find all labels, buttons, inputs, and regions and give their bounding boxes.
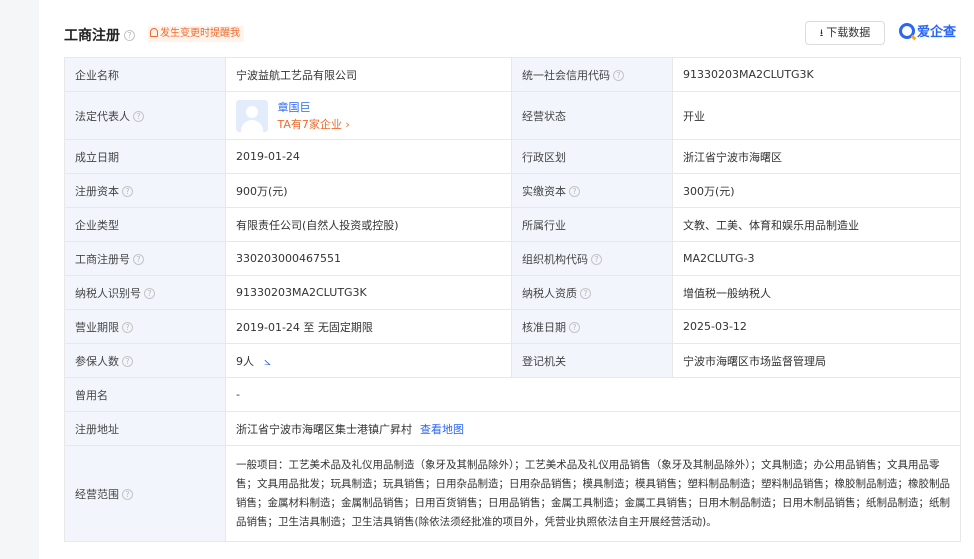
org-code-value: MA2CLUTG-3 [672, 241, 961, 276]
table-row: 企业类型 有限责任公司(自然人投资或控股) 所属行业 文教、工美、体育和娱乐用品… [64, 207, 961, 242]
table-row: 注册地址 浙江省宁波市海曙区集士港镇广昇村 查看地图 [64, 411, 961, 446]
chevron-right-icon: › [345, 117, 350, 131]
approval-date-value: 2025-03-12 [672, 309, 961, 344]
district-label: 行政区划 [511, 139, 673, 174]
founded-value: 2019-01-24 [225, 139, 512, 174]
table-row: 营业期限? 2019-01-24 至 无固定期限 核准日期? 2025-03-1… [64, 309, 961, 344]
table-row: 纳税人识别号? 91330203MA2CLUTG3K 纳税人资质? 增值税一般纳… [64, 275, 961, 310]
insured-label: 参保人数? [64, 343, 226, 378]
taxpayer-id-value: 91330203MA2CLUTG3K [225, 275, 512, 310]
table-row: 注册资本? 900万(元) 实缴资本? 300万(元) [64, 173, 961, 208]
help-icon[interactable]: ? [133, 111, 144, 122]
legal-rep-name-link[interactable]: 章国巨 [278, 99, 350, 116]
reg-number-label: 工商注册号? [64, 241, 226, 276]
industry-value: 文教、工美、体育和娱乐用品制造业 [672, 207, 961, 242]
table-row: 参保人数? 9人 ⦣ 登记机关 宁波市海曙区市场监督管理局 [64, 343, 961, 378]
help-icon[interactable]: ? [133, 254, 144, 265]
org-code-label: 组织机构代码? [511, 241, 673, 276]
approval-date-label: 核准日期? [511, 309, 673, 344]
founded-label: 成立日期 [64, 139, 226, 174]
help-icon[interactable]: ? [122, 356, 133, 367]
address-value: 浙江省宁波市海曙区集士港镇广昇村 查看地图 [225, 411, 961, 446]
company-name-value: 宁波益航工艺品有限公司 [225, 57, 512, 92]
bell-icon [150, 28, 158, 37]
industry-label: 所属行业 [511, 207, 673, 242]
help-icon[interactable]: ? [122, 489, 133, 500]
change-alert-button[interactable]: 发生变更时提醒我 [148, 26, 244, 42]
district-value: 浙江省宁波市海曙区 [672, 139, 961, 174]
reg-number-value: 330203000467551 [225, 241, 512, 276]
status-value: 开业 [672, 91, 961, 140]
registered-capital-label: 注册资本? [64, 173, 226, 208]
former-name-label: 曾用名 [64, 377, 226, 412]
trend-chart-icon[interactable]: ⦣ [264, 354, 271, 369]
avatar[interactable] [236, 99, 268, 132]
table-row: 法定代表人? 章国巨 TA有7家企业 › 经营状态 开业 [64, 91, 961, 140]
help-icon[interactable]: ? [580, 288, 591, 299]
status-label: 经营状态 [511, 91, 673, 140]
taxpayer-qual-value: 增值税一般纳税人 [672, 275, 961, 310]
taxpayer-qual-label: 纳税人资质? [511, 275, 673, 310]
term-value: 2019-01-24 至 无固定期限 [225, 309, 512, 344]
address-label: 注册地址 [64, 411, 226, 446]
business-registration-panel: 工商注册? 发生变更时提醒我 ⭳ 下载数据 爱企查 企业名称 宁波益航工艺品有限公… [39, 0, 974, 559]
scope-label: 经营范围? [64, 445, 226, 542]
help-icon[interactable]: ? [122, 322, 133, 333]
section-header: 工商注册? 发生变更时提醒我 ⭳ 下载数据 爱企查 [64, 21, 974, 45]
download-data-button[interactable]: ⭳ 下载数据 [805, 21, 885, 45]
table-row: 经营范围? 一般项目：工艺美术品及礼仪用品制造（象牙及其制品除外）；工艺美术品及… [64, 445, 961, 542]
help-icon[interactable]: ? [591, 254, 602, 265]
help-icon[interactable]: ? [144, 288, 155, 299]
legal-rep-companies-link[interactable]: TA有7家企业 › [278, 116, 350, 133]
authority-value: 宁波市海曙区市场监督管理局 [672, 343, 961, 378]
table-row: 企业名称 宁波益航工艺品有限公司 统一社会信用代码? 91330203MA2CL… [64, 57, 961, 92]
paid-capital-label: 实缴资本? [511, 173, 673, 208]
table-row: 成立日期 2019-01-24 行政区划 浙江省宁波市海曙区 [64, 139, 961, 174]
former-name-value: - [225, 377, 961, 412]
help-icon[interactable]: ? [124, 29, 135, 41]
download-icon: ⭳ [819, 28, 824, 39]
help-icon[interactable]: ? [122, 186, 133, 197]
help-icon[interactable]: ? [569, 322, 580, 333]
legal-rep-value: 章国巨 TA有7家企业 › [225, 91, 512, 140]
logo-icon [899, 23, 915, 39]
paid-capital-value: 300万(元) [672, 173, 961, 208]
credit-code-label: 统一社会信用代码? [511, 57, 673, 92]
brand-logo: 爱企查 [899, 23, 956, 43]
help-icon[interactable]: ? [569, 186, 580, 197]
company-type-label: 企业类型 [64, 207, 226, 242]
table-row: 曾用名 - [64, 377, 961, 412]
credit-code-value: 91330203MA2CLUTG3K [672, 57, 961, 92]
registration-table: 企业名称 宁波益航工艺品有限公司 统一社会信用代码? 91330203MA2CL… [64, 57, 961, 542]
legal-rep-label: 法定代表人? [64, 91, 226, 140]
help-icon[interactable]: ? [613, 70, 624, 81]
section-title: 工商注册? [64, 25, 135, 45]
term-label: 营业期限? [64, 309, 226, 344]
table-row: 工商注册号? 330203000467551 组织机构代码? MA2CLUTG-… [64, 241, 961, 276]
authority-label: 登记机关 [511, 343, 673, 378]
company-type-value: 有限责任公司(自然人投资或控股) [225, 207, 512, 242]
insured-value: 9人 ⦣ [225, 343, 512, 378]
taxpayer-id-label: 纳税人识别号? [64, 275, 226, 310]
scope-value: 一般项目：工艺美术品及礼仪用品制造（象牙及其制品除外）；工艺美术品及礼仪用品销售… [225, 445, 961, 542]
company-name-label: 企业名称 [64, 57, 226, 92]
view-map-link[interactable]: 查看地图 [420, 423, 464, 436]
registered-capital-value: 900万(元) [225, 173, 512, 208]
